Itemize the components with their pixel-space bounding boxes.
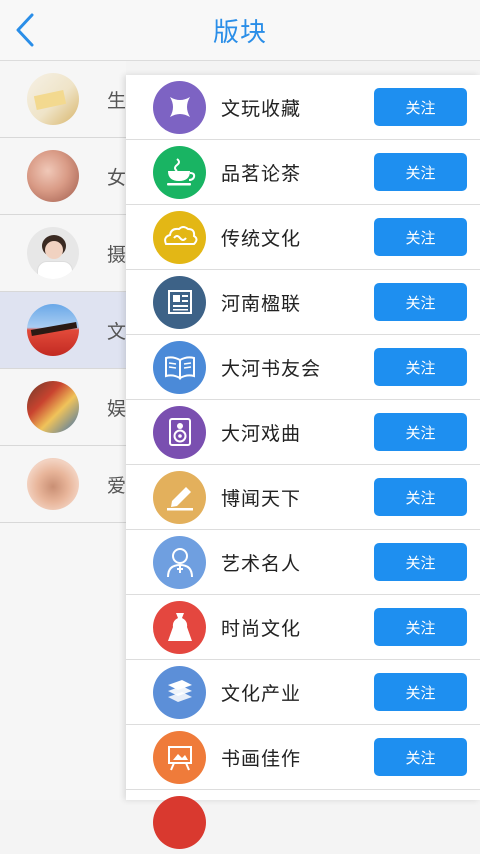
category-avatar <box>27 227 79 279</box>
follow-button[interactable]: 关注 <box>374 673 467 711</box>
board-name: 艺术名人 <box>221 552 302 575</box>
speaker-icon <box>153 405 206 459</box>
follow-button[interactable]: 关注 <box>374 88 467 126</box>
sidebar-item-life[interactable]: 生 <box>0 61 126 138</box>
chevron-left-icon <box>16 13 34 47</box>
newspaper-icon <box>153 275 206 329</box>
list-item[interactable]: 大河戏曲 关注 <box>126 400 480 465</box>
antique-icon <box>153 80 206 134</box>
tea-cup-icon <box>153 145 206 199</box>
sidebar-item-label: 生 <box>107 89 127 112</box>
follow-button[interactable]: 关注 <box>374 153 467 191</box>
dress-icon <box>153 600 206 654</box>
list-item[interactable]: 传统文化 关注 <box>126 205 480 270</box>
page-title: 版块 <box>212 17 267 48</box>
person-icon <box>153 535 206 589</box>
sidebar-item-label: 女 <box>107 166 127 189</box>
back-button[interactable] <box>10 12 40 48</box>
board-name: 博闻天下 <box>221 487 302 510</box>
board-name: 时尚文化 <box>221 617 302 640</box>
list-item[interactable]: 书画佳作 关注 <box>126 725 480 790</box>
auspicious-cloud-icon <box>153 210 206 264</box>
board-name: 文化产业 <box>221 682 302 705</box>
follow-button[interactable]: 关注 <box>374 348 467 386</box>
board-name: 大河书友会 <box>221 357 322 380</box>
follow-button[interactable]: 关注 <box>374 413 467 451</box>
partial-icon <box>153 795 206 849</box>
follow-button[interactable]: 关注 <box>374 543 467 581</box>
follow-button[interactable]: 关注 <box>374 218 467 256</box>
sidebar-item-women[interactable]: 女 <box>0 138 126 215</box>
sidebar-item-label: 娱 <box>107 397 127 420</box>
sidebar-item-hobby[interactable]: 爱 <box>0 446 126 523</box>
follow-button[interactable]: 关注 <box>374 478 467 516</box>
list-item[interactable]: 艺术名人 关注 <box>126 530 480 595</box>
sidebar-item-label: 爱 <box>107 474 127 497</box>
category-avatar <box>27 458 79 510</box>
category-avatar <box>27 304 79 356</box>
list-item[interactable]: 时尚文化 关注 <box>126 595 480 660</box>
board-name: 河南楹联 <box>221 292 302 315</box>
list-item[interactable]: 河南楹联 关注 <box>126 270 480 335</box>
sidebar-item-label: 摄 <box>107 243 127 266</box>
stacked-books-icon <box>153 665 206 719</box>
sidebar-item-entertainment[interactable]: 娱 <box>0 369 126 446</box>
category-avatar <box>27 73 79 125</box>
list-item[interactable]: 文化产业 关注 <box>126 660 480 725</box>
list-item[interactable]: 大河书友会 关注 <box>126 335 480 400</box>
category-avatar <box>27 381 79 433</box>
list-item[interactable]: 博闻天下 关注 <box>126 465 480 530</box>
category-avatar <box>27 150 79 202</box>
board-name: 品茗论茶 <box>221 162 302 185</box>
open-book-icon <box>153 340 206 394</box>
board-name: 书画佳作 <box>221 747 302 770</box>
board-name: 大河戏曲 <box>221 422 302 445</box>
sidebar-item-culture[interactable]: 文 <box>0 292 126 369</box>
sidebar-item-label: 文 <box>107 320 127 343</box>
list-item[interactable]: 品茗论茶 关注 <box>126 140 480 205</box>
follow-button[interactable]: 关注 <box>374 608 467 646</box>
board-list: 文玩收藏 关注 品茗论茶 关注 传统文化 关注 河南楹联 关注 大河书友会 关注… <box>126 75 480 849</box>
easel-icon <box>153 730 206 784</box>
pen-icon <box>153 470 206 524</box>
follow-button[interactable]: 关注 <box>374 738 467 776</box>
sidebar-item-photo[interactable]: 摄 <box>0 215 126 292</box>
category-sidebar: 生 女 摄 文 娱 爱 <box>0 61 126 800</box>
follow-button[interactable]: 关注 <box>374 283 467 321</box>
list-item[interactable]: 文玩收藏 关注 <box>126 75 480 140</box>
board-name: 传统文化 <box>221 227 302 250</box>
board-name: 文玩收藏 <box>221 97 302 120</box>
header-bar: 版块 <box>0 0 480 61</box>
